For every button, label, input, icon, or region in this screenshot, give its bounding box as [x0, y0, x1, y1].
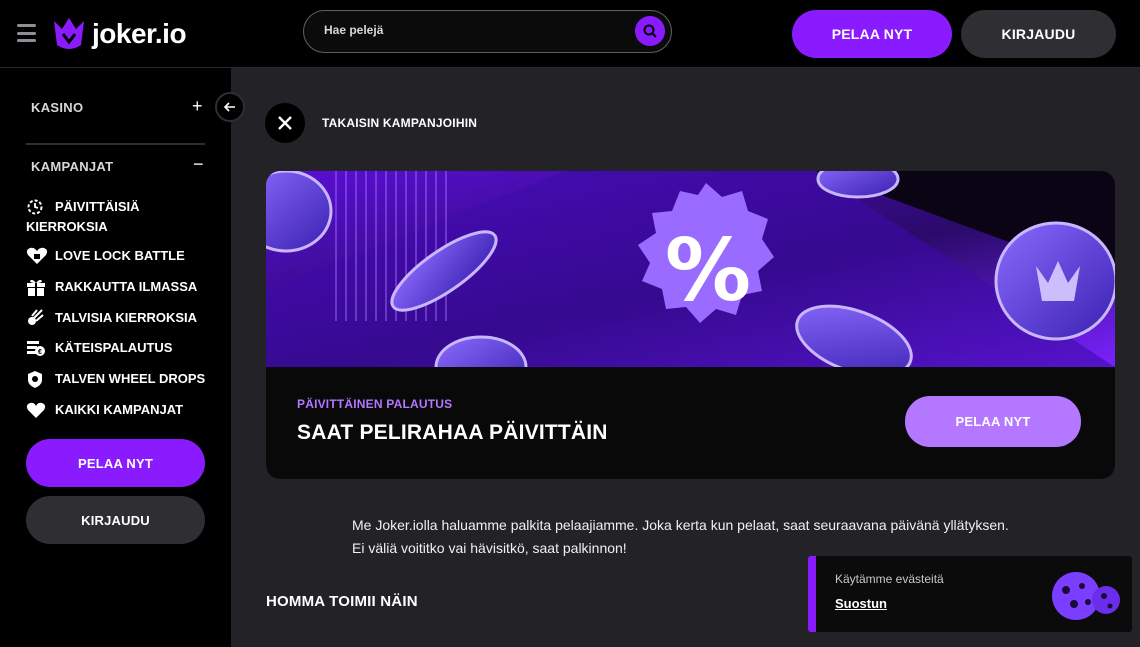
sidebar-item-label: TALVISIA KIERROKSIA — [55, 310, 198, 325]
sidebar-item-label: KAIKKI KAMPANJAT — [55, 402, 184, 417]
sidebar-item-rakkautta-ilmassa[interactable]: RAKKAUTTA ILMASSA — [26, 277, 197, 297]
cookie-banner: Käytämme evästeitä Suostun — [808, 556, 1132, 632]
gift-icon — [26, 277, 48, 297]
heart-icon — [26, 400, 48, 420]
sidebar-section-casino[interactable]: KASINO — [31, 100, 83, 115]
percent-badge-symbol: % — [664, 221, 752, 321]
heart-lock-icon — [26, 246, 48, 266]
search-input[interactable] — [324, 23, 624, 37]
logo[interactable]: joker.io — [50, 14, 187, 54]
collapse-minus-icon[interactable]: − — [193, 154, 204, 175]
svg-text:€: € — [38, 349, 42, 356]
section-title: HOMMA TOIMII NÄIN — [266, 593, 418, 610]
sidebar-item-label: LOVE LOCK BATTLE — [55, 248, 185, 263]
arrow-left-icon — [224, 102, 235, 112]
sidebar-item-label: TALVEN WHEEL DROPS — [55, 371, 206, 386]
cookie-accept-link[interactable]: Suostun — [835, 596, 887, 611]
sidebar-item-talvisia-kierroksia[interactable]: TALVISIA KIERROKSIA — [26, 308, 197, 328]
sidebar-item-love-lock-battle[interactable]: LOVE LOCK BATTLE — [26, 246, 185, 266]
comet-icon — [26, 308, 48, 328]
clock-spin-icon — [26, 197, 48, 217]
sidebar-play-button[interactable]: PELAA NYT — [26, 439, 205, 487]
sidebar-item-talven-wheel-drops[interactable]: TALVEN WHEEL DROPS — [26, 369, 205, 389]
header-play-button[interactable]: PELAA NYT — [792, 10, 952, 58]
promo-play-button[interactable]: PELAA NYT — [905, 396, 1081, 447]
cookie-icon — [1052, 572, 1120, 620]
sidebar-collapse-button[interactable] — [215, 92, 245, 122]
header-login-button[interactable]: KIRJAUDU — [961, 10, 1116, 58]
sidebar-item-paivittaisia-kierroksia[interactable]: PÄIVITTÄISIÄ KIERROKSIA — [26, 197, 196, 237]
promo-card: % PÄIVITTÄINEN PALAUTUS SAAT PELIRAHAA P… — [266, 171, 1115, 479]
back-link[interactable]: TAKAISIN KAMPANJOIHIN — [322, 116, 477, 130]
sidebar-divider — [26, 143, 205, 145]
promo-title: SAAT PELIRAHAA PÄIVITTÄIN — [297, 421, 608, 444]
menu-icon[interactable] — [17, 24, 36, 42]
jester-crown-icon — [54, 18, 84, 49]
close-icon — [278, 116, 292, 130]
sidebar-item-label: KÄTEISPALAUTUS — [55, 340, 173, 355]
expand-plus-icon[interactable]: + — [192, 96, 203, 117]
sidebar-item-label: RAKKAUTTA ILMASSA — [55, 279, 198, 294]
search-box — [303, 10, 672, 53]
promo-subtitle: PÄIVITTÄINEN PALAUTUS — [297, 397, 453, 411]
promo-description: Me Joker.iolla haluamme palkita pelaajia… — [352, 517, 1009, 556]
cashback-icon: € — [26, 338, 48, 358]
sidebar-login-button[interactable]: KIRJAUDU — [26, 496, 205, 544]
sidebar-item-kaikki-kampanjat[interactable]: KAIKKI KAMPANJAT — [26, 400, 183, 420]
search-button[interactable] — [635, 16, 665, 46]
shield-icon — [26, 369, 48, 389]
logo-text: joker.io — [92, 18, 187, 49]
search-icon — [643, 24, 657, 38]
sidebar: KASINO + KAMPANJAT − PÄIVITTÄISIÄ KIERRO… — [0, 68, 231, 647]
sidebar-item-kateispalautus[interactable]: € KÄTEISPALAUTUS — [26, 338, 172, 358]
back-button[interactable] — [265, 103, 305, 143]
sidebar-section-campaigns[interactable]: KAMPANJAT — [31, 159, 113, 174]
top-header: joker.io PELAA NYT KIRJAUDU — [0, 0, 1140, 68]
cookie-text: Käytämme evästeitä — [835, 572, 944, 586]
